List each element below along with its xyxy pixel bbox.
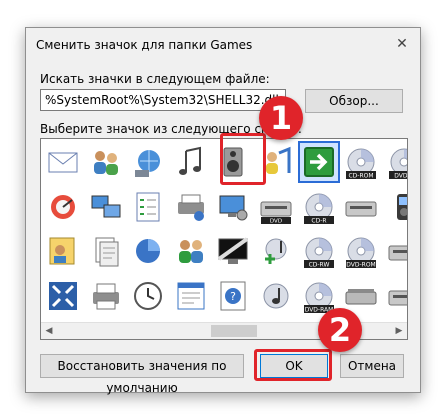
dvd-drive-icon[interactable]: DVD xyxy=(257,188,295,226)
svg-text:CD-RW: CD-RW xyxy=(308,262,329,269)
step-badge-1: 1 xyxy=(259,96,303,140)
ok-highlight xyxy=(254,349,332,381)
window-list-icon[interactable] xyxy=(172,277,210,315)
step-badge-2: 2 xyxy=(318,308,362,352)
help-icon[interactable]: ? xyxy=(214,277,252,315)
users-icon[interactable] xyxy=(87,143,125,181)
pc-settings-icon[interactable] xyxy=(214,188,252,226)
green-arrow-icon[interactable] xyxy=(297,141,340,183)
display-icon[interactable] xyxy=(214,232,252,270)
cancel-button[interactable]: Отмена xyxy=(340,354,404,378)
dvd-ram-drive-icon[interactable] xyxy=(385,277,407,315)
printer-settings-icon[interactable] xyxy=(172,188,210,226)
users-group-icon[interactable] xyxy=(172,232,210,270)
dvd-rom-icon[interactable]: DVD-ROM xyxy=(342,232,380,270)
svg-text:?: ? xyxy=(230,290,236,303)
documents-icon[interactable] xyxy=(87,232,125,270)
drive-icon[interactable] xyxy=(385,232,407,270)
user-card-icon[interactable] xyxy=(44,232,82,270)
computers-network-icon[interactable] xyxy=(87,188,125,226)
file-label: Искать значки в следующем файле: xyxy=(40,72,270,86)
cd-rom-icon[interactable]: CD-ROM xyxy=(342,143,380,181)
cd-rw-icon[interactable]: CD-RW xyxy=(300,232,338,270)
dialog-title: Сменить значок для папки Games xyxy=(36,38,253,52)
mp3-player-icon[interactable] xyxy=(385,188,407,226)
scrollbar-thumb[interactable] xyxy=(211,325,257,337)
browse-button[interactable]: Обзор... xyxy=(305,89,403,113)
svg-text:DVD-R: DVD-R xyxy=(394,173,408,180)
selection-highlight xyxy=(220,133,266,185)
close-icon[interactable]: ✕ xyxy=(392,34,412,54)
svg-text:CD-R: CD-R xyxy=(311,217,326,224)
checklist-icon[interactable] xyxy=(129,188,167,226)
dvd-r-icon[interactable]: DVD-R xyxy=(385,143,408,181)
fullscreen-icon[interactable] xyxy=(44,277,82,315)
svg-text:DVD: DVD xyxy=(270,218,282,224)
music-add-icon[interactable] xyxy=(257,232,295,270)
music-disc-icon[interactable] xyxy=(257,277,295,315)
cd-r-icon[interactable]: CD-R xyxy=(300,188,338,226)
music-notes-icon[interactable] xyxy=(172,143,210,181)
network-globe-icon[interactable] xyxy=(129,143,167,181)
clock-icon[interactable] xyxy=(129,277,167,315)
printer-icon[interactable] xyxy=(87,277,125,315)
defrag-icon[interactable] xyxy=(44,188,82,226)
file-path-input[interactable]: %SystemRoot%\System32\SHELL32.dll xyxy=(40,89,286,111)
svg-text:DVD-ROM: DVD-ROM xyxy=(346,262,375,269)
scroll-right-icon[interactable]: ▶ xyxy=(391,323,407,339)
svg-text:CD-ROM: CD-ROM xyxy=(349,173,374,180)
pie-chart-icon[interactable] xyxy=(129,232,167,270)
envelope-icon[interactable] xyxy=(44,143,82,181)
cd-drive-icon[interactable] xyxy=(342,188,380,226)
change-icon-dialog: Сменить значок для папки Games ✕ Искать … xyxy=(25,27,421,395)
restore-defaults-button[interactable]: Восстановить значения по умолчанию xyxy=(40,354,244,395)
scroll-left-icon[interactable]: ◀ xyxy=(41,323,57,339)
